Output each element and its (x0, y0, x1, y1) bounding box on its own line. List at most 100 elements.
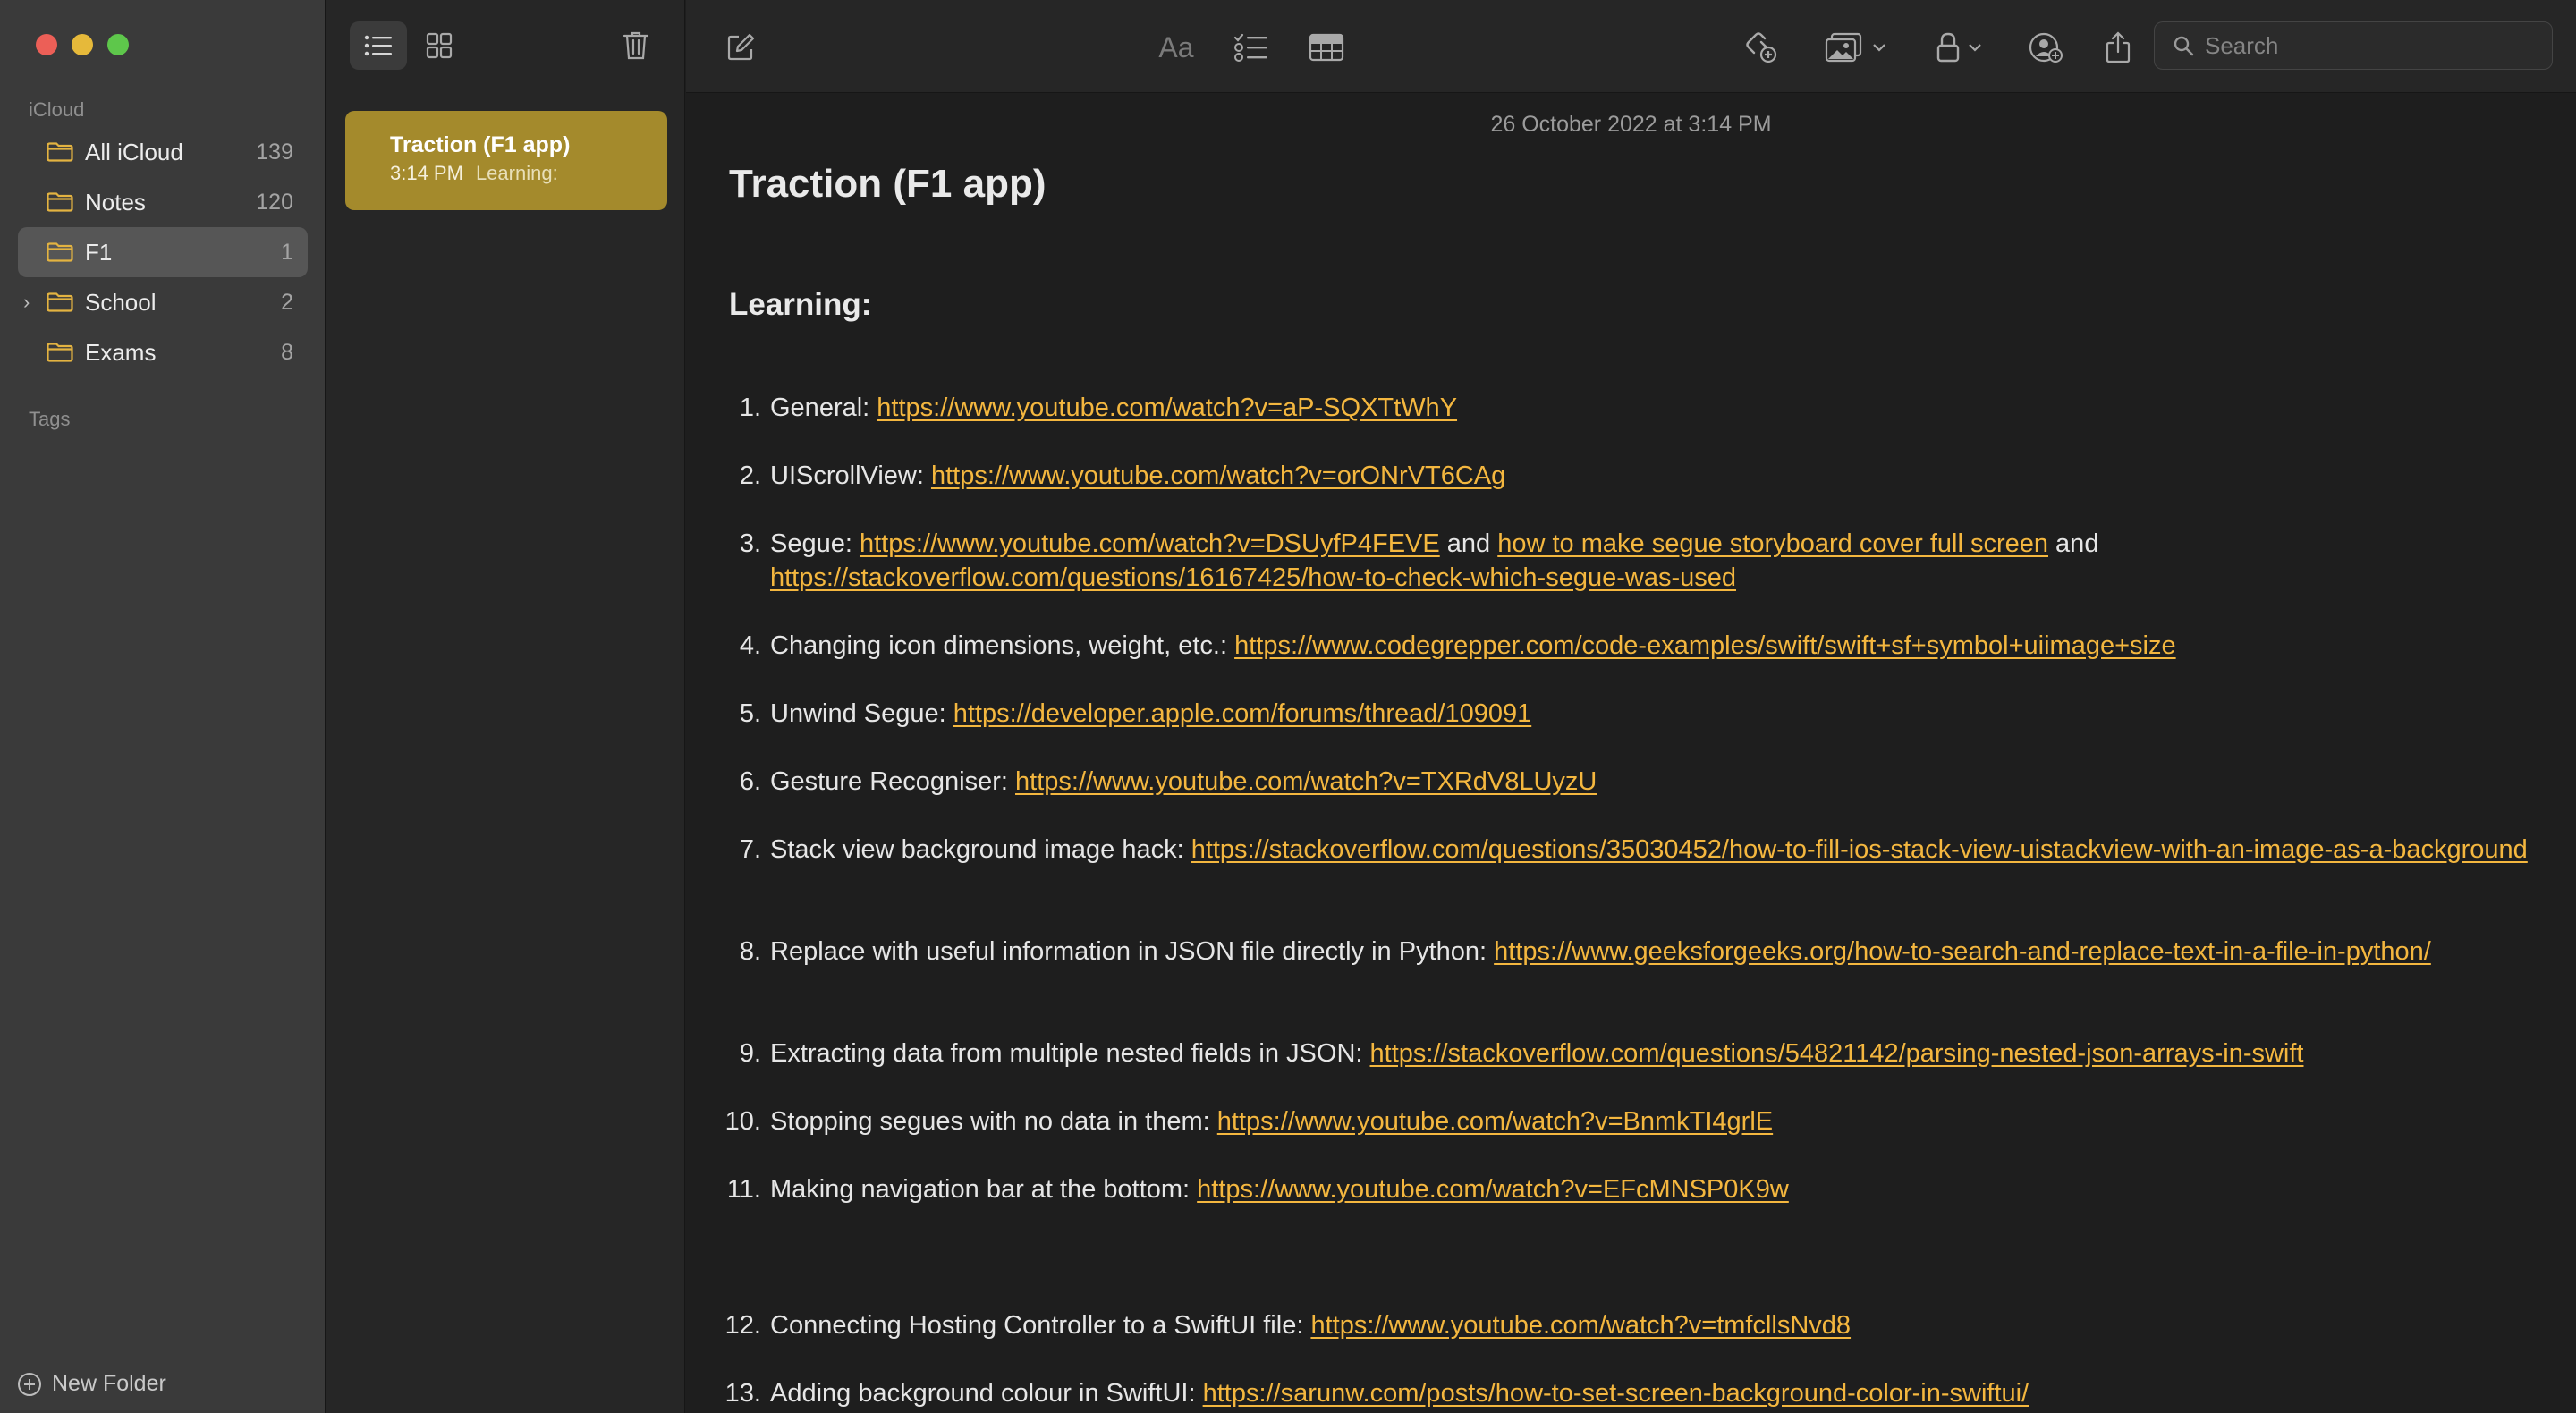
list-item-label: Stopping segues with no data in them: (770, 1107, 1217, 1136)
list-item-number: 7. (739, 835, 761, 864)
list-item-label: Replace with useful information in JSON … (770, 937, 1495, 966)
collaborate-link-icon (1746, 32, 1777, 63)
list-item-label: Adding background colour in SwiftUI: (770, 1379, 1203, 1408)
link[interactable]: https://www.youtube.com/watch?v=orONrVT6… (931, 461, 1505, 490)
table-icon (1309, 33, 1344, 62)
link[interactable]: https://www.youtube.com/watch?v=DSUyfP4F… (860, 529, 1440, 558)
checklist-button[interactable] (1226, 23, 1276, 72)
folder-item-exams[interactable]: Exams 8 (18, 327, 308, 377)
note-heading[interactable]: Learning: (729, 287, 871, 323)
icloud-section-label: iCloud (29, 98, 85, 121)
chevron-down-icon (1969, 44, 1981, 52)
lock-button[interactable] (1926, 23, 1994, 72)
list-item-label: Segue: (770, 529, 860, 558)
list-item-number: 5. (739, 699, 761, 728)
window-controls (36, 34, 129, 55)
search-field[interactable] (2154, 21, 2553, 70)
note-item-meta: 3:14 PM Learning: (390, 162, 667, 185)
list-item-text: General: https://www.youtube.com/watch?v… (770, 391, 2576, 425)
delete-note-button[interactable] (607, 21, 665, 70)
list-item-text: Unwind Segue: https://developer.apple.co… (770, 697, 2576, 731)
list-item-number: 1. (739, 393, 761, 422)
list-view-button[interactable] (350, 21, 407, 70)
compose-button[interactable] (718, 23, 763, 72)
list-item-label: Unwind Segue: (770, 699, 953, 728)
folder-name: Exams (85, 338, 157, 366)
sidebar: iCloud All iCloud 139 Notes 120 F1 1 › S… (0, 0, 326, 1413)
list-item-label: Gesture Recogniser: (770, 767, 1016, 796)
disclosure-chevron-icon[interactable]: › (23, 291, 30, 314)
share-with-people-button[interactable] (2022, 23, 2069, 72)
note-title[interactable]: Traction (F1 app) (729, 162, 1046, 207)
list-view-icon (364, 35, 392, 56)
link[interactable]: https://www.youtube.com/watch?v=TXRdV8LU… (1015, 767, 1597, 796)
share-icon (2106, 31, 2131, 63)
note-item-title: Traction (F1 app) (390, 132, 571, 157)
compose-icon (727, 33, 755, 61)
link[interactable]: https://stackoverflow.com/questions/3503… (1191, 835, 2528, 864)
folder-name: Notes (85, 188, 146, 216)
folder-item-school[interactable]: › School 2 (18, 277, 308, 327)
list-item-number: 6. (739, 767, 761, 796)
collaborate-link-button[interactable] (1740, 23, 1786, 72)
folder-item-notes[interactable]: Notes 120 (18, 177, 308, 227)
link[interactable]: https://www.youtube.com/watch?v=EFcMNSP0… (1197, 1175, 1789, 1204)
link[interactable]: how to make segue storyboard cover full … (1497, 529, 2048, 558)
list-item-number: 13. (724, 1379, 761, 1408)
link[interactable]: https://www.youtube.com/watch?v=aP-SQXTt… (877, 393, 1457, 422)
gallery-grid-icon (426, 32, 453, 59)
link[interactable]: https://sarunw.com/posts/how-to-set-scre… (1203, 1379, 2029, 1408)
note-timestamp: 26 October 2022 at 3:14 PM (1490, 112, 1772, 137)
folder-count: 120 (256, 189, 293, 215)
folder-item-f1[interactable]: F1 1 (18, 227, 308, 277)
folder-name: School (85, 288, 157, 316)
folder-icon (47, 142, 73, 162)
folder-icon (47, 242, 73, 262)
search-input[interactable] (2205, 31, 2527, 60)
tags-section-label: Tags (29, 408, 71, 430)
list-item-number: 4. (739, 631, 761, 660)
share-button[interactable] (2096, 23, 2140, 72)
list-item-text: UIScrollView: https://www.youtube.com/wa… (770, 459, 2576, 493)
link[interactable]: https://stackoverflow.com/questions/5482… (1370, 1039, 2304, 1068)
link[interactable]: https://www.codegrepper.com/code-example… (1234, 631, 2176, 660)
list-item-number: 12. (724, 1311, 761, 1340)
link[interactable]: https://stackoverflow.com/questions/1616… (770, 563, 1736, 592)
new-folder-button[interactable]: New Folder (18, 1371, 166, 1397)
minimize-window-button[interactable] (72, 34, 93, 55)
checklist-icon (1233, 33, 1267, 62)
trash-icon (623, 31, 649, 60)
close-window-button[interactable] (36, 34, 57, 55)
list-item-label: Stack view background image hack: (770, 835, 1191, 864)
table-button[interactable] (1301, 23, 1352, 72)
list-item-label: and (2048, 529, 2099, 558)
note-editor[interactable]: 26 October 2022 at 3:14 PM Traction (F1 … (686, 94, 2576, 1413)
link[interactable]: https://www.youtube.com/watch?v=BnmkTI4g… (1217, 1107, 1773, 1136)
list-item-number: 10. (724, 1107, 761, 1136)
list-item-text: Replace with useful information in JSON … (770, 935, 2576, 969)
share-people-icon (2029, 32, 2063, 63)
list-item-text: Adding background colour in SwiftUI: htt… (770, 1376, 2576, 1410)
gallery-view-button[interactable] (411, 21, 468, 70)
list-item-text: Extracting data from multiple nested fie… (770, 1036, 2576, 1070)
link[interactable]: https://www.geeksforgeeks.org/how-to-sea… (1494, 937, 2431, 966)
folder-icon (47, 292, 73, 312)
note-list-item[interactable]: Traction (F1 app) 3:14 PM Learning: (345, 111, 667, 210)
folder-name: All iCloud (85, 138, 183, 165)
link[interactable]: https://developer.apple.com/forums/threa… (953, 699, 1531, 728)
new-folder-label: New Folder (52, 1371, 166, 1396)
lock-icon (1936, 32, 1960, 63)
format-text-button[interactable]: Aa (1149, 23, 1203, 72)
list-item-label: UIScrollView: (770, 461, 931, 490)
zoom-window-button[interactable] (107, 34, 129, 55)
folder-list: All iCloud 139 Notes 120 F1 1 › School 2… (18, 127, 308, 377)
folder-count: 2 (281, 289, 293, 315)
link[interactable]: https://www.youtube.com/watch?v=tmfcllsN… (1310, 1311, 1851, 1340)
note-item-preview: Learning: (475, 162, 558, 184)
folder-item-all-icloud[interactable]: All iCloud 139 (18, 127, 308, 177)
search-icon (2174, 36, 2194, 56)
note-item-time: 3:14 PM (390, 162, 463, 184)
chevron-down-icon (1873, 44, 1885, 52)
media-button[interactable] (1820, 23, 1892, 72)
list-item-text: Connecting Hosting Controller to a Swift… (770, 1308, 2576, 1342)
